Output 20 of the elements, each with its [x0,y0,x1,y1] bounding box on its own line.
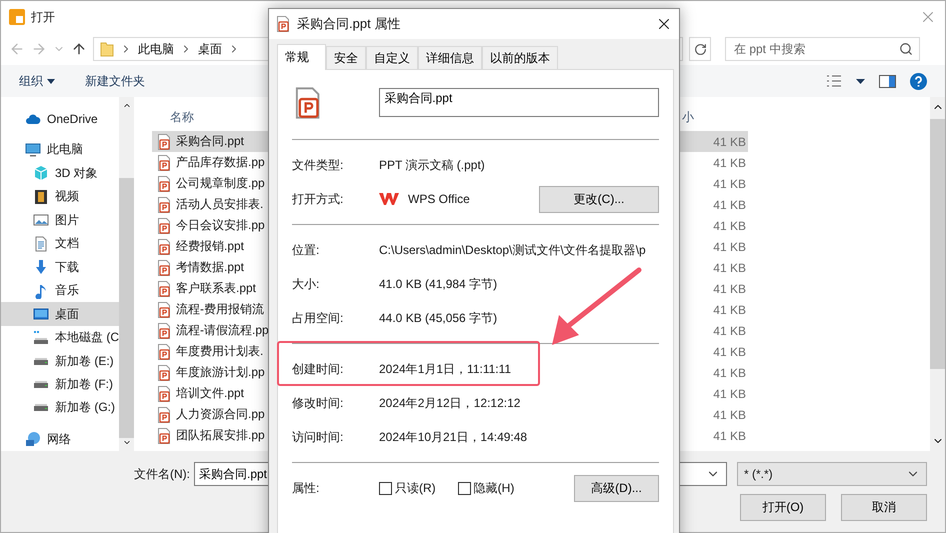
property-value: PPT 演示文稿 (.ppt) [379,156,485,174]
dialog-title: 采购合同.ppt 属性 [297,15,400,33]
property-value: 41.0 KB (41,984 字节) [379,276,498,292]
property-value: C:\Users\admin\Desktop\测试文件\文件名提取器\p [379,242,646,258]
property-label: 打开方式: [292,190,344,208]
property-label: 属性: [292,480,320,496]
property-label: 占用空间: [292,310,344,326]
property-label: 位置: [292,242,320,258]
property-label: 文件类型: [292,156,344,174]
property-label: 修改时间: [292,394,344,412]
property-value: 44.0 KB (45,056 字节) [379,310,498,326]
property-label: 创建时间: [292,360,344,378]
property-value: 2024年2月12日，12:12:12 [379,394,520,412]
window-title: 打开 [31,8,55,26]
property-value: 2024年10月21日，14:49:48 [379,428,528,446]
property-value: WPS Office [408,192,470,206]
property-label: 大小: [292,276,320,292]
property-value: 2024年1月1日，11:11:11 [379,360,512,378]
file-name-label: 文件名(N): [134,466,190,482]
property-label: 访问时间: [292,428,344,446]
